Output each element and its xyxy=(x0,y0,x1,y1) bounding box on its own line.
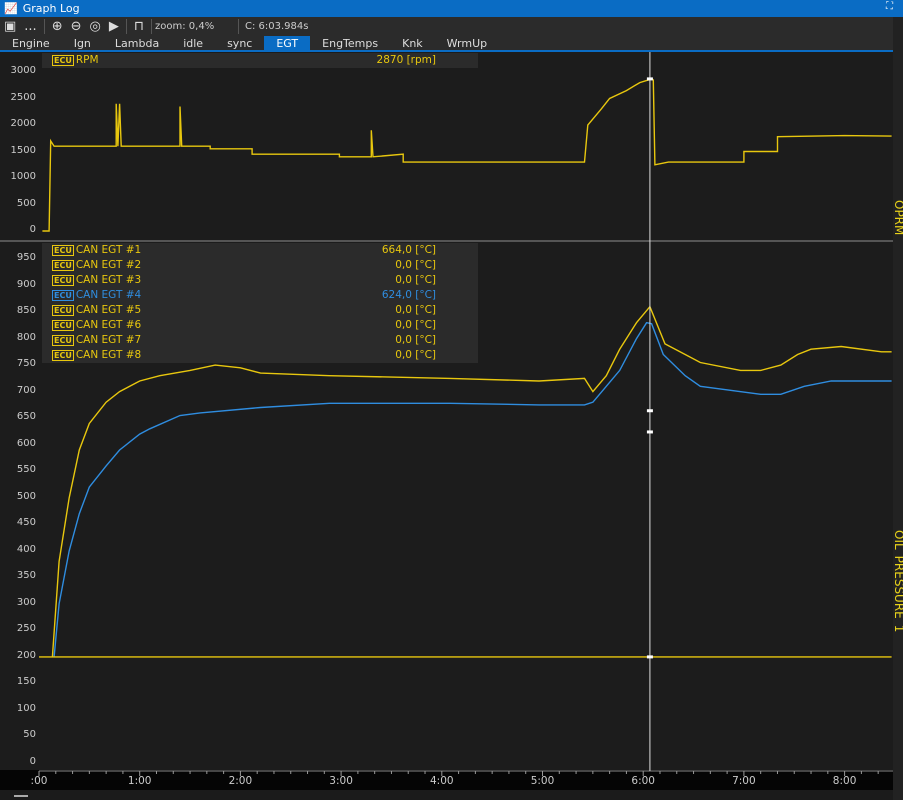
x-tick-label: 8:00 xyxy=(832,775,857,787)
legend-item[interactable]: ECU CAN EGT #3 0,0 [°C] xyxy=(42,273,478,288)
plot-area[interactable] xyxy=(0,0,893,800)
cursor-marker xyxy=(646,655,653,659)
legend-item[interactable]: ECU RPM 2870 [rpm] xyxy=(42,53,478,68)
legend-name: CAN EGT #5 xyxy=(75,304,142,316)
legend-value: 624,0 [°C] xyxy=(381,289,436,301)
legend-value: 0,0 [°C] xyxy=(395,274,436,286)
legend-value: 0,0 [°C] xyxy=(395,304,436,316)
y-tick-label: 750 xyxy=(16,358,36,370)
legend-item[interactable]: ECU CAN EGT #2 0,0 [°C] xyxy=(42,258,478,273)
legend-item[interactable]: ECU CAN EGT #1 664,0 [°C] xyxy=(42,243,478,258)
ecu-icon: ECU xyxy=(52,55,74,66)
x-tick-label: 7:00 xyxy=(732,775,756,787)
ecu-icon: ECU xyxy=(52,245,74,256)
cursor-marker xyxy=(646,77,653,81)
y-tick-label: 550 xyxy=(16,464,36,476)
legend-item[interactable]: ECU CAN EGT #8 0,0 [°C] xyxy=(42,348,478,363)
y-tick-label: 900 xyxy=(16,278,36,290)
y-tick-label: 200 xyxy=(16,649,36,661)
y-tick-label: 2000 xyxy=(10,118,36,129)
y-tick-label: 650 xyxy=(16,411,36,423)
top-side-label: OPRM_1 xyxy=(893,200,903,240)
y-tick-label: 1500 xyxy=(10,144,36,156)
y-tick-label: 150 xyxy=(16,676,36,688)
y-tick-label: 50 xyxy=(23,729,36,741)
y-tick-label: 700 xyxy=(16,384,36,396)
bottom-side-label: OIL_PRESSURE_1 xyxy=(893,530,903,633)
collapse-handle xyxy=(14,795,28,797)
y-tick-label: 800 xyxy=(16,331,36,343)
y-tick-label: 0 xyxy=(29,224,36,235)
legend-value: 0,0 [°C] xyxy=(395,259,436,271)
ecu-icon: ECU xyxy=(52,275,74,286)
legend-name: CAN EGT #2 xyxy=(75,259,142,271)
ecu-icon: ECU xyxy=(52,335,74,346)
x-tick-label: 1:00 xyxy=(127,775,152,787)
y-tick-label: 250 xyxy=(16,623,36,635)
legend-item[interactable]: ECU CAN EGT #7 0,0 [°C] xyxy=(42,333,478,348)
legend-name: CAN EGT #4 xyxy=(75,289,142,301)
y-tick-label: 450 xyxy=(16,517,36,529)
legend-value: 664,0 [°C] xyxy=(381,244,436,256)
x-tick-label: 6:00 xyxy=(631,775,655,787)
legend-value: 0,0 [°C] xyxy=(395,349,436,361)
y-tick-label: 400 xyxy=(16,543,36,555)
x-tick-label: 5:00 xyxy=(530,775,555,787)
ecu-icon: ECU xyxy=(52,320,74,331)
x-tick-label: 3:00 xyxy=(329,775,353,787)
legend-name: CAN EGT #8 xyxy=(75,349,142,361)
legend-value: 2870 [rpm] xyxy=(376,54,436,66)
y-tick-label: 1000 xyxy=(10,171,36,182)
y-tick-label: 300 xyxy=(16,596,36,608)
ecu-icon: ECU xyxy=(52,305,74,316)
ecu-icon: ECU xyxy=(52,350,74,361)
legend-name: CAN EGT #1 xyxy=(75,244,142,256)
panel-splitter xyxy=(0,240,893,242)
y-tick-label: 500 xyxy=(16,197,36,209)
y-tick-label: 100 xyxy=(16,702,36,714)
legend-item[interactable]: ECU CAN EGT #5 0,0 [°C] xyxy=(42,303,478,318)
x-tick-label: 2:00 xyxy=(228,775,253,787)
y-tick-label: 3000 xyxy=(10,65,36,76)
x-tick-label: :00 xyxy=(30,775,48,787)
legend-name: RPM xyxy=(75,54,99,66)
ecu-icon: ECU xyxy=(52,260,74,271)
legend-name: CAN EGT #7 xyxy=(75,334,142,346)
legend-item[interactable]: ECU CAN EGT #4 624,0 [°C] xyxy=(42,288,478,303)
legend-name: CAN EGT #6 xyxy=(75,319,142,331)
legend-item[interactable]: ECU CAN EGT #6 0,0 [°C] xyxy=(42,318,478,333)
y-tick-label: 850 xyxy=(16,305,36,317)
y-tick-label: 350 xyxy=(16,570,36,582)
y-tick-label: 950 xyxy=(16,252,36,263)
y-tick-label: 600 xyxy=(16,437,36,449)
legend-value: 0,0 [°C] xyxy=(395,334,436,346)
y-tick-label: 500 xyxy=(16,490,36,502)
rpm-legend: ECU RPM 2870 [rpm] xyxy=(42,53,478,68)
y-tick-label: 2500 xyxy=(10,91,36,103)
y-tick-label: 0 xyxy=(29,756,36,767)
legend-name: CAN EGT #3 xyxy=(75,274,142,286)
cursor-marker xyxy=(646,430,653,434)
cursor-marker xyxy=(646,409,653,413)
egt-legend: ECU CAN EGT #1 664,0 [°C] ECU CAN EGT #2 0,0 … xyxy=(42,243,478,363)
legend-value: 0,0 [°C] xyxy=(395,319,436,331)
x-tick-label: 4:00 xyxy=(430,775,454,787)
ecu-icon: ECU xyxy=(52,290,74,301)
